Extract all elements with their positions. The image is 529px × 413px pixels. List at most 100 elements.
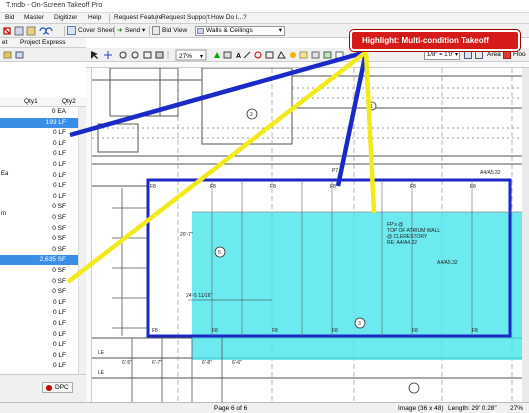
table-row[interactable]: 0 SF0: [0, 266, 86, 276]
status-image-size: Image (36 x 48): [398, 405, 444, 412]
send-button[interactable]: Send: [125, 26, 140, 36]
table-row[interactable]: 0 SF0: [0, 245, 86, 255]
table-row[interactable]: 0 SF0: [0, 224, 86, 234]
table-row[interactable]: 0 LF0: [0, 128, 86, 138]
page-icon[interactable]: [223, 51, 232, 59]
prev-page-icon[interactable]: [214, 52, 220, 58]
line-tool-icon[interactable]: [243, 51, 251, 59]
redo-icon[interactable]: [45, 27, 53, 35]
table-row[interactable]: 0 EA: [0, 107, 86, 117]
menu-bid[interactable]: Bid: [3, 14, 16, 21]
chevron-down-icon: ▾: [454, 52, 458, 58]
table-row[interactable]: 0 SF0: [0, 234, 86, 244]
measure-icon[interactable]: ⊥: [348, 53, 354, 60]
table-row[interactable]: 2,635 SF1: [0, 255, 86, 266]
table-row[interactable]: 0 LF0: [0, 181, 86, 191]
table-row[interactable]: 0 LF0: [0, 160, 86, 170]
table-row[interactable]: 0 LF0: [0, 192, 86, 202]
dpc-button[interactable]: DPC: [42, 382, 73, 393]
polygon-tool-icon[interactable]: [277, 51, 286, 59]
table-row[interactable]: 0 LF0: [0, 308, 86, 318]
table-row[interactable]: 0 LF0: [0, 149, 86, 159]
dimension-text: 24'-5 11/16": [186, 293, 212, 299]
side-label-m: m: [1, 211, 6, 217]
table-row[interactable]: 0 LF0: [0, 139, 86, 149]
partition-tag: P7: [332, 168, 338, 174]
area-label[interactable]: Area: [487, 51, 501, 58]
menu-digitizer[interactable]: Digitizer: [52, 14, 79, 21]
finish-tag: F8: [210, 184, 216, 190]
room-outline: [109, 68, 161, 117]
finish-tag: F8: [470, 184, 476, 190]
send-dropdown-icon[interactable]: ▾: [142, 26, 145, 36]
qty1-cell: 0 LF: [52, 161, 66, 168]
table-row[interactable]: 0 SF0: [0, 277, 86, 287]
menu-how-do-i[interactable]: How Do I...?: [209, 14, 249, 21]
circle-tool-icon[interactable]: [254, 51, 262, 59]
window-title: T.mdb - On-Screen Takeoff Pro: [6, 2, 103, 9]
new-condition-icon[interactable]: [15, 51, 24, 59]
column-header-qty1[interactable]: Qty1: [24, 98, 38, 105]
tab-project-express[interactable]: Project Express: [20, 39, 66, 46]
note-tool-icon[interactable]: [299, 51, 308, 59]
select-pointer-icon[interactable]: [91, 51, 98, 59]
table-row[interactable]: 0 LF0: [0, 351, 86, 361]
drawing-vertical-scrollbar[interactable]: [522, 68, 529, 402]
conditions-scrollbar[interactable]: [78, 107, 86, 374]
area-takeoff-highlight[interactable]: [192, 212, 522, 360]
table-row[interactable]: 0 LF0: [0, 319, 86, 329]
qty1-cell: 0 SF: [52, 235, 66, 243]
floor-label[interactable]: Floo: [513, 51, 526, 58]
dimension-tag: 20'-7": [180, 232, 193, 238]
folder-icon[interactable]: [26, 26, 36, 36]
dpc-icon: [46, 385, 52, 391]
left-panel-footer: DPC: [0, 374, 86, 402]
zoom-out-icon[interactable]: [131, 51, 139, 59]
table-row[interactable]: 0 LF0: [0, 340, 86, 350]
table-row[interactable]: 193 LF: [0, 117, 86, 128]
floor-color-icon[interactable]: [503, 51, 511, 59]
folder-icon[interactable]: [3, 51, 12, 59]
table-row[interactable]: 0 LF0: [0, 171, 86, 181]
bid-view-button[interactable]: Bid View: [162, 26, 187, 36]
column-header-qty2[interactable]: Qty2: [62, 98, 76, 105]
fit-page-icon[interactable]: [155, 51, 164, 59]
table-row[interactable]: 0 LF0: [0, 298, 86, 308]
grid-label-5: 5: [218, 250, 221, 256]
finish-tag: F8: [332, 328, 338, 334]
scale-combo[interactable]: 1/8" = 1'0" ▾: [424, 50, 460, 60]
menu-request-support[interactable]: Request Support: [159, 14, 212, 21]
undo-icon[interactable]: [39, 27, 47, 35]
rect-tool-icon[interactable]: [265, 51, 274, 59]
layer-icon[interactable]: [323, 51, 332, 59]
page-selector[interactable]: Walls & Ceilings ▾: [195, 26, 285, 36]
menu-help[interactable]: Help: [86, 14, 103, 21]
highlight-tool-icon[interactable]: [290, 52, 296, 58]
qty1-cell: 0 LF: [52, 298, 66, 306]
zoom-window-icon[interactable]: [143, 51, 152, 59]
zoom-in-icon[interactable]: [119, 51, 127, 59]
pan-icon[interactable]: [104, 51, 112, 59]
qty1-cell: 0 LF: [52, 362, 66, 370]
calibrate-icon[interactable]: [475, 50, 483, 59]
table-row[interactable]: 0 SF0: [0, 213, 86, 223]
menu-master[interactable]: Master: [22, 14, 46, 21]
cover-sheet-button[interactable]: Cover Sheet: [78, 26, 114, 36]
open-icon[interactable]: [14, 26, 24, 36]
stamp-tool-icon[interactable]: [311, 51, 320, 59]
table-row[interactable]: 0 SF0: [0, 287, 86, 297]
blueprint-drawing: 2 5 3 1 24'-5 11/16" 20'-7" P7 A4/A5.32 …: [92, 68, 522, 402]
qty1-cell: 0 LF: [52, 320, 66, 327]
tab-left[interactable]: et: [2, 39, 7, 46]
table-row[interactable]: 0 LF: [0, 361, 86, 371]
drawing-canvas[interactable]: 2 5 3 1 24'-5 11/16" 20'-7" P7 A4/A5.32 …: [92, 68, 522, 402]
text-tool-icon[interactable]: A: [236, 53, 241, 60]
qty1-cell: 0 SF: [52, 214, 66, 221]
menu-separator: [109, 14, 110, 23]
scale-icon[interactable]: [464, 50, 472, 59]
table-row[interactable]: 0 SF0: [0, 202, 86, 212]
table-row[interactable]: 0 LF0: [0, 330, 86, 340]
image-icon[interactable]: [335, 51, 344, 59]
qty1-cell: 193 LF: [45, 118, 66, 126]
finish-tag: F8: [152, 328, 158, 334]
